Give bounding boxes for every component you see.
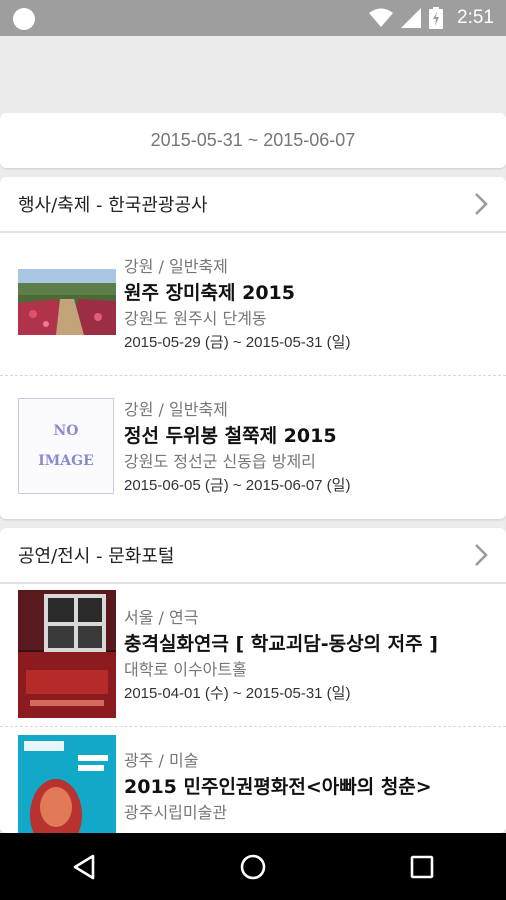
home-button[interactable]: [223, 837, 283, 897]
event-category: 광주 / 미술: [124, 751, 199, 770]
chevron-right-icon: [475, 193, 488, 215]
event-address: 강원도 원주시 단계동: [124, 309, 267, 328]
event-category: 강원 / 일반축제: [124, 257, 228, 276]
event-title: 2015 민주인권평화전<아빠의 청춘>: [124, 776, 432, 798]
event-thumbnail: [18, 269, 116, 335]
status-time: 2:51: [457, 7, 494, 28]
section-events: 행사/축제 - 한국관광공사 강원 / 일반축제 원주 장미축제 2015 강원…: [0, 177, 506, 519]
event-category: 강원 / 일반축제: [124, 400, 228, 419]
list-item[interactable]: 서울 / 연극 충격실화연극 [ 학교괴담-동상의 저주 ] 대학로 이수아트홀…: [0, 584, 506, 727]
event-title: 원주 장미축제 2015: [124, 282, 295, 304]
signal-icon: [401, 8, 422, 28]
list-item[interactable]: 강원 / 일반축제 원주 장미축제 2015 강원도 원주시 단계동 2015-…: [0, 233, 506, 376]
section-title: 공연/전시 - 문화포털: [18, 546, 175, 567]
date-range-label: 2015-05-31 ~ 2015-06-07: [150, 130, 356, 150]
no-image-text-1: NO: [53, 423, 79, 439]
event-dates: 2015-05-29 (금) ~ 2015-05-31 (일): [124, 334, 351, 351]
status-bar: 2:51: [0, 0, 506, 36]
event-info: 강원 / 일반축제 정선 두위봉 철쭉제 2015 강원도 정선군 신동읍 방제…: [124, 398, 496, 498]
poster-thumbnail: [18, 590, 116, 718]
toolbar: [0, 36, 506, 112]
back-button[interactable]: [54, 837, 114, 897]
section-header-performances[interactable]: 공연/전시 - 문화포털: [0, 528, 506, 584]
section-performances: 공연/전시 - 문화포털 서울 / 연극 충격실화연극 [ 학교괴담-동상의 저…: [0, 528, 506, 833]
event-info: 강원 / 일반축제 원주 장미축제 2015 강원도 원주시 단계동 2015-…: [124, 255, 496, 355]
section-header-events[interactable]: 행사/축제 - 한국관광공사: [0, 177, 506, 233]
back-icon: [74, 854, 95, 879]
event-info: 서울 / 연극 충격실화연극 [ 학교괴담-동상의 저주 ] 대학로 이수아트홀…: [124, 606, 496, 706]
event-category: 서울 / 연극: [124, 608, 199, 627]
navigation-bar: [0, 833, 506, 900]
no-image-placeholder: NO IMAGE: [18, 398, 114, 494]
event-address: 강원도 정선군 신동읍 방제리: [124, 452, 316, 471]
no-image-text-2: IMAGE: [38, 453, 94, 469]
event-info: 광주 / 미술 2015 민주인권평화전<아빠의 청춘> 광주시립미술관: [124, 749, 496, 825]
recents-button[interactable]: [392, 837, 452, 897]
event-title: 충격실화연극 [ 학교괴담-동상의 저주 ]: [124, 633, 438, 655]
status-icons: 2:51: [369, 6, 494, 30]
event-address: 광주시립미술관: [124, 803, 228, 822]
chevron-right-icon: [475, 544, 488, 566]
notification-icon: [13, 8, 35, 30]
event-title: 정선 두위봉 철쭉제 2015: [124, 425, 337, 447]
list-item[interactable]: 광주 / 미술 2015 민주인권평화전<아빠의 청춘> 광주시립미술관: [0, 727, 506, 833]
event-dates: 2015-04-01 (수) ~ 2015-05-31 (일): [124, 685, 351, 702]
no-image-thumbnail: NO IMAGE: [18, 398, 116, 494]
event-address: 대학로 이수아트홀: [124, 660, 247, 679]
recents-icon: [410, 855, 433, 878]
list-item[interactable]: NO IMAGE 강원 / 일반축제 정선 두위봉 철쭉제 2015 강원도 정…: [0, 376, 506, 518]
date-range-card[interactable]: 2015-05-31 ~ 2015-06-07: [0, 113, 506, 168]
home-icon: [240, 854, 266, 879]
section-title: 행사/축제 - 한국관광공사: [18, 195, 208, 216]
wifi-icon: [369, 8, 394, 27]
battery-icon: [429, 7, 444, 29]
event-dates: 2015-06-05 (금) ~ 2015-06-07 (일): [124, 477, 351, 494]
poster-thumbnail: [18, 735, 116, 833]
